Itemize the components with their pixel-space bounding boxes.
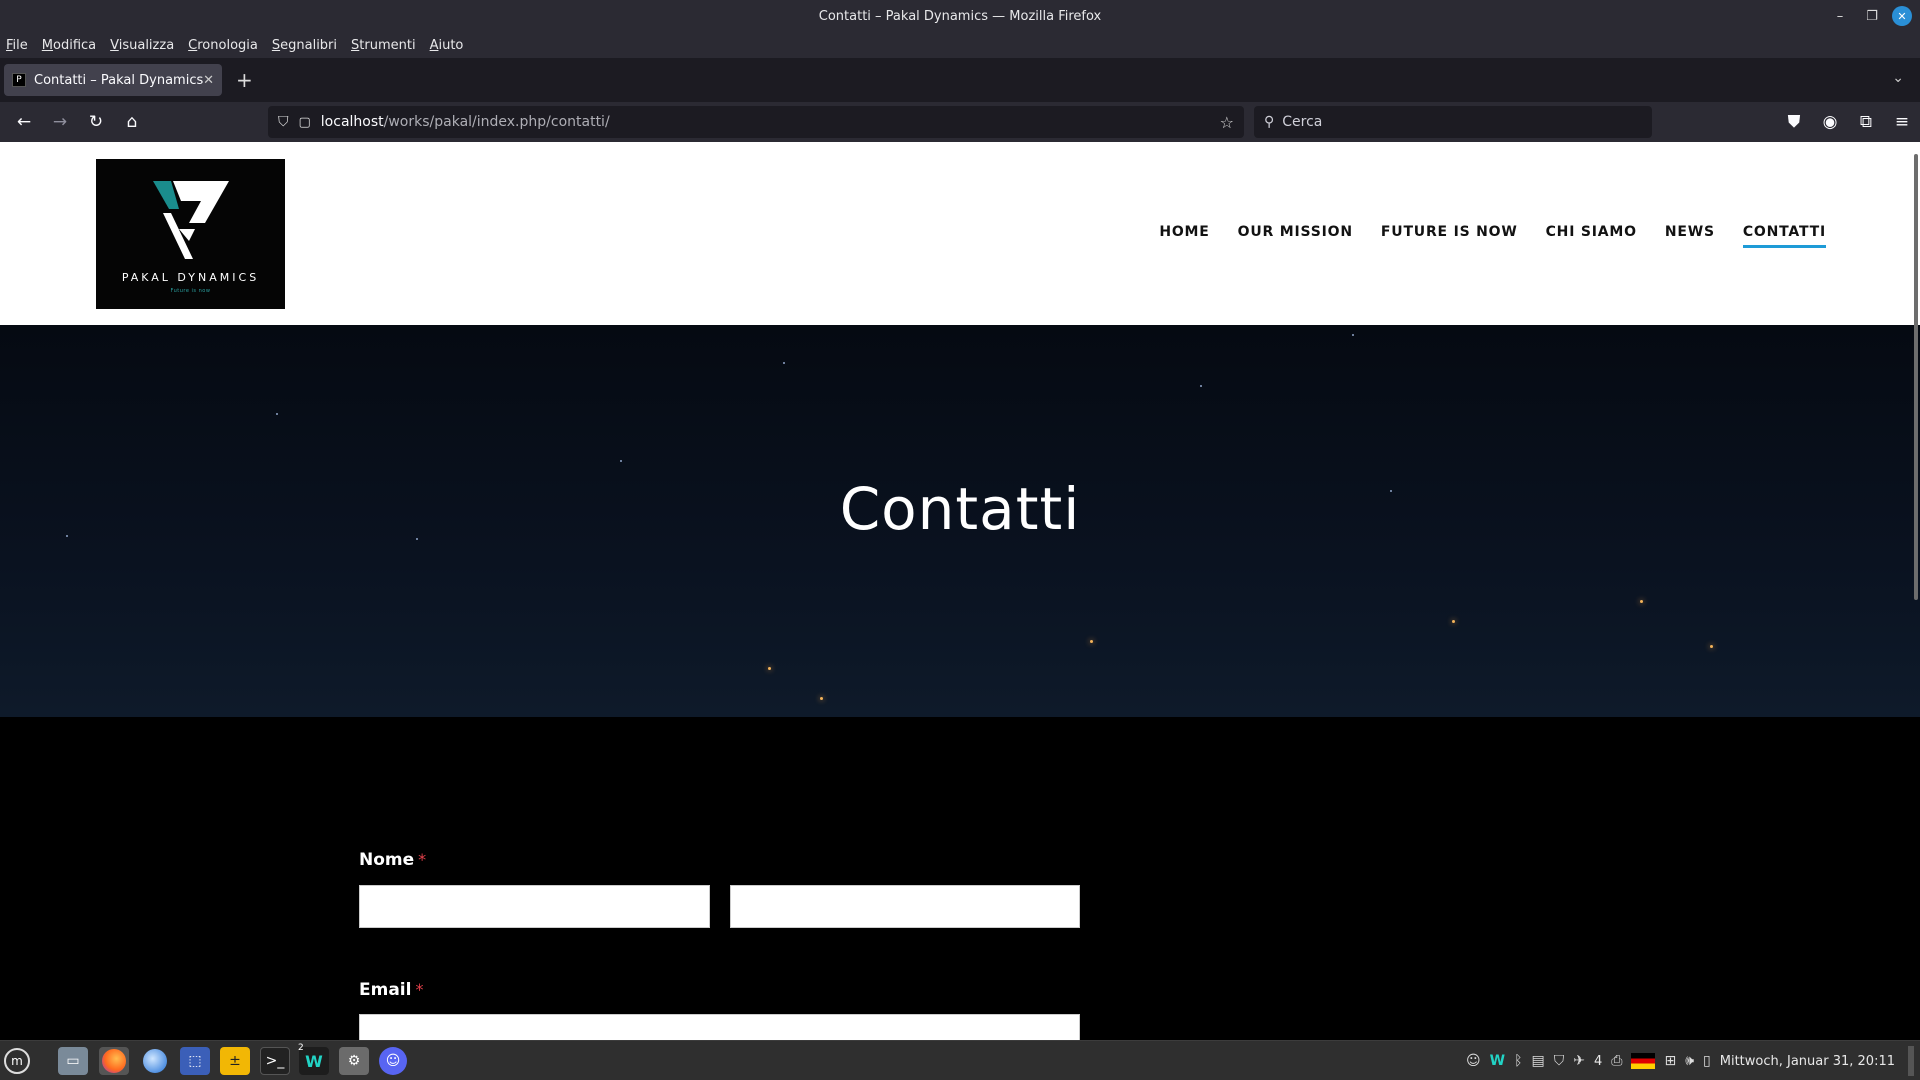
required-mark: * (415, 980, 424, 999)
mint-menu-icon[interactable]: m (2, 1047, 32, 1075)
site-favicon-icon: P (12, 73, 26, 87)
close-button[interactable]: ✕ (1892, 6, 1912, 26)
volume-icon[interactable]: 🕪 (1685, 1053, 1694, 1069)
email-input[interactable] (359, 1014, 1080, 1040)
page-info-icon[interactable]: ▢ (299, 115, 311, 130)
workspace-badge: 2 (298, 1043, 304, 1053)
thunderbird-icon[interactable] (140, 1047, 170, 1075)
search-placeholder: Cerca (1282, 114, 1323, 130)
screenshot-tool-icon[interactable]: ⬚ (180, 1047, 210, 1075)
clipboard-icon[interactable]: ▤ (1532, 1053, 1545, 1069)
battery-icon[interactable]: ▯ (1703, 1053, 1711, 1069)
firefox-icon[interactable] (99, 1047, 129, 1075)
tab-strip: P Contatti – Pakal Dynamics ✕ + ⌄ (0, 58, 1920, 102)
window-title: Contatti – Pakal Dynamics — Mozilla Fire… (818, 8, 1102, 24)
update-manager-icon[interactable]: ✈ (1573, 1053, 1585, 1069)
extensions-icon[interactable]: ⧉ (1848, 104, 1884, 140)
network-icon[interactable]: ⊞ (1664, 1053, 1676, 1069)
web-page: PAKAL DYNAMICS Future is now HOME OUR MI… (0, 142, 1920, 1040)
hero-title: Contatti (839, 475, 1081, 543)
pocket-icon[interactable]: ⛊ (1776, 104, 1812, 140)
nav-chi-siamo[interactable]: CHI SIAMO (1546, 224, 1637, 248)
tab-close-icon[interactable]: ✕ (203, 73, 214, 88)
menu-hamburger-icon[interactable]: ≡ (1884, 104, 1920, 140)
discord-icon[interactable]: ☺ (379, 1047, 407, 1075)
restore-button[interactable]: ❐ (1860, 4, 1884, 28)
nav-contatti[interactable]: CONTATTI (1742, 224, 1826, 248)
hero-banner: Contatti (0, 325, 1920, 717)
discord-tray-icon[interactable]: ☺ (1466, 1053, 1481, 1069)
show-desktop-button[interactable] (1908, 1046, 1914, 1076)
clock[interactable]: Mittwoch, Januar 31, 20:11 (1720, 1054, 1895, 1069)
page-scrollbar[interactable] (1914, 154, 1918, 600)
search-icon: ⚲ (1264, 114, 1275, 130)
bluetooth-icon[interactable]: ᛒ (1514, 1053, 1522, 1069)
minimize-button[interactable]: – (1828, 4, 1852, 28)
forward-icon[interactable]: → (42, 104, 78, 140)
menu-file[interactable]: File (6, 38, 28, 53)
menu-strumenti[interactable]: Strumenti (351, 38, 416, 53)
first-name-input[interactable] (359, 885, 710, 928)
logo-name: PAKAL DYNAMICS (121, 271, 260, 284)
new-tab-icon[interactable]: + (236, 68, 253, 92)
reload-icon[interactable]: ↻ (78, 104, 114, 140)
menu-visualizza[interactable]: Visualizza (110, 38, 174, 53)
list-all-tabs-icon[interactable]: ⌄ (1892, 70, 1904, 86)
shield-icon[interactable]: ⛉ (1554, 1053, 1565, 1069)
site-header: PAKAL DYNAMICS Future is now HOME OUR MI… (0, 142, 1920, 325)
required-mark: * (418, 850, 427, 869)
home-icon[interactable]: ⌂ (114, 104, 150, 140)
account-icon[interactable]: ◉ (1812, 104, 1848, 140)
nav-future-is-now[interactable]: FUTURE IS NOW (1381, 224, 1518, 248)
menu-segnalibri[interactable]: Segnalibri (272, 38, 337, 53)
nav-home[interactable]: HOME (1159, 224, 1209, 248)
nav-our-mission[interactable]: OUR MISSION (1238, 224, 1353, 248)
keyboard-layout-flag-icon[interactable] (1631, 1053, 1656, 1069)
printer-icon[interactable]: ⎙ (1611, 1053, 1622, 1069)
menubar: File Modifica Visualizza Cronologia Segn… (0, 32, 1920, 58)
file-manager-icon[interactable]: ▭ (58, 1047, 88, 1075)
menu-aiuto[interactable]: Aiuto (430, 38, 464, 53)
bookmark-star-icon[interactable]: ☆ (1220, 113, 1234, 132)
notification-count: 4 (1593, 1053, 1603, 1069)
search-bar[interactable]: ⚲ Cerca (1254, 106, 1652, 138)
logo-tagline: Future is now (170, 288, 211, 294)
tab-title: Contatti – Pakal Dynamics (34, 72, 204, 88)
navigation-toolbar: ← → ↻ ⌂ ⛉ ▢ localhost/works/pakal/index.… (0, 102, 1920, 142)
taskbar: m ▭ ⬚ ± >_ W 2 ⚙ ☺ ☺ W ᛒ ▤ ⛉ ✈ 4 ⎙ ⊞ 🕪 ▯… (0, 1040, 1920, 1080)
menu-modifica[interactable]: Modifica (42, 38, 96, 53)
url-text[interactable]: localhost/works/pakal/index.php/contatti… (321, 114, 1220, 130)
main-navigation: HOME OUR MISSION FUTURE IS NOW CHI SIAMO… (1159, 224, 1826, 248)
terminal-icon[interactable]: >_ (260, 1047, 290, 1075)
tab-contatti[interactable]: P Contatti – Pakal Dynamics ✕ (4, 64, 222, 96)
site-logo[interactable]: PAKAL DYNAMICS Future is now (96, 159, 285, 309)
back-icon[interactable]: ← (6, 104, 42, 140)
window-titlebar: Contatti – Pakal Dynamics — Mozilla Fire… (0, 0, 1920, 32)
name-field-label: Nome * (359, 850, 427, 870)
menu-cronologia[interactable]: Cronologia (188, 38, 258, 53)
webstorm-tray-icon[interactable]: W (1490, 1053, 1505, 1069)
tracking-shield-icon[interactable]: ⛉ (278, 114, 289, 130)
url-bar[interactable]: ⛉ ▢ localhost/works/pakal/index.php/cont… (268, 106, 1244, 138)
last-name-input[interactable] (730, 885, 1080, 928)
pakal-logo-mark-icon (152, 181, 229, 259)
toolbar-right-icons: ⛊ ◉ ⧉ ≡ (1776, 104, 1920, 140)
email-field-label: Email * (359, 980, 424, 1000)
calculator-icon[interactable]: ± (220, 1047, 250, 1075)
settings-icon[interactable]: ⚙ (339, 1047, 369, 1075)
system-tray: ☺ W ᛒ ▤ ⛉ ✈ 4 ⎙ ⊞ 🕪 ▯ Mittwoch, Januar 3… (1466, 1041, 1914, 1080)
window-controls: – ❐ ✕ (1828, 4, 1912, 28)
nav-news[interactable]: NEWS (1665, 224, 1715, 248)
